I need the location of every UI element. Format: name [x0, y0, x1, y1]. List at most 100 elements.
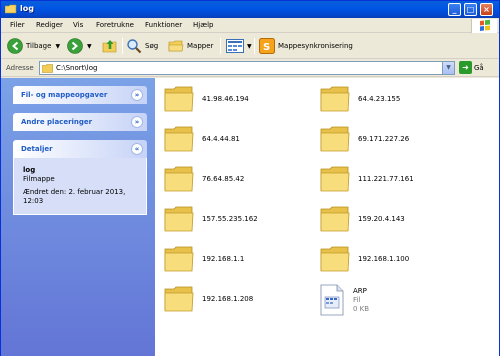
folder-icon	[320, 166, 350, 192]
back-arrow-icon	[7, 38, 23, 54]
menu-item-funktioner[interactable]: Funktioner	[145, 21, 182, 29]
folder-icon	[42, 64, 53, 73]
folder-icon	[164, 86, 194, 112]
folder-sync-button[interactable]: S Mappesynkronisering	[259, 37, 353, 55]
back-label: Tilbage	[26, 42, 52, 50]
minimize-button[interactable]: _	[448, 3, 461, 16]
folder-icon	[320, 206, 350, 232]
views-icon	[226, 39, 244, 53]
folder-label: 192.168.1.1	[202, 255, 245, 263]
window-title: log	[20, 4, 34, 13]
folder-icon	[164, 166, 194, 192]
expand-chevron-icon[interactable]: »	[131, 89, 143, 101]
menu-item-hjaelp[interactable]: Hjælp	[193, 21, 213, 29]
search-label: Søg	[145, 42, 159, 50]
details-section: Detaljer « log Filmappe Ændret den: 2. f…	[13, 140, 147, 215]
menu-item-rediger[interactable]: Rediger	[36, 21, 63, 29]
folder-item[interactable]: 69.171.227.26	[320, 126, 409, 152]
file-icon	[320, 284, 344, 316]
folder-icon	[320, 86, 350, 112]
file-tasks-header[interactable]: Fil- og mappeopgaver »	[13, 86, 147, 104]
file-tasks-title: Fil- og mappeopgaver	[21, 91, 108, 99]
folder-label: 159.20.4.143	[358, 215, 405, 223]
folder-item[interactable]: 64.4.23.155	[320, 86, 400, 112]
toolbar: Tilbage ▼ ▼ Søg Mapper ▼ S Mappesynkroni…	[1, 34, 499, 59]
expand-chevron-icon[interactable]: »	[131, 116, 143, 128]
go-arrow-icon: ➜	[459, 61, 472, 74]
sync-label: Mappesynkronisering	[278, 42, 353, 50]
folder-label: 192.168.1.100	[358, 255, 410, 263]
address-label: Adresse	[6, 64, 34, 72]
forward-arrow-icon	[67, 38, 83, 54]
folders-button[interactable]: Mapper	[168, 37, 213, 55]
sync-icon: S	[259, 38, 275, 54]
title-bar[interactable]: log _ □ ×	[1, 1, 499, 18]
folder-item[interactable]: 41.98.46.194	[164, 86, 249, 112]
file-tasks-section[interactable]: Fil- og mappeopgaver »	[13, 86, 147, 104]
views-dropdown-icon[interactable]: ▼	[247, 43, 252, 50]
other-places-header[interactable]: Andre placeringer »	[13, 113, 147, 131]
details-modified: Ændret den: 2. februar 2013, 12:03	[23, 188, 126, 205]
file-size: 0 KB	[353, 304, 370, 313]
folder-label: 41.98.46.194	[202, 95, 249, 103]
close-button[interactable]: ×	[480, 3, 493, 16]
menu-item-foretrukne[interactable]: Foretrukne	[96, 21, 134, 29]
views-button[interactable]: ▼	[226, 37, 252, 55]
up-folder-button[interactable]	[102, 37, 118, 55]
folder-item[interactable]: 192.168.1.1	[164, 246, 244, 272]
details-item-type: Filmappe	[23, 175, 55, 183]
folder-item[interactable]: 64.4.44.81	[164, 126, 240, 152]
folder-label: 76.64.85.42	[202, 175, 245, 183]
folders-icon	[168, 40, 184, 52]
folder-label: 111.221.77.161	[358, 175, 414, 183]
details-header[interactable]: Detaljer «	[13, 140, 147, 158]
details-item-name: log	[23, 166, 36, 174]
menu-bar: Filer Rediger Vis Foretrukne Funktioner …	[1, 18, 499, 33]
task-pane: Fil- og mappeopgaver » Andre placeringer…	[1, 78, 155, 356]
folder-icon	[5, 4, 17, 14]
forward-button[interactable]: ▼	[67, 37, 92, 55]
folder-icon	[320, 126, 350, 152]
folder-item[interactable]: 111.221.77.161	[320, 166, 414, 192]
folder-label: 69.171.227.26	[358, 135, 410, 143]
folder-icon	[320, 246, 350, 272]
up-folder-icon	[102, 40, 117, 53]
folder-label: 157.55.235.162	[202, 215, 258, 223]
go-button[interactable]: ➜ Gå	[459, 61, 484, 74]
folder-item[interactable]: 157.55.235.162	[164, 206, 258, 232]
menu-item-vis[interactable]: Vis	[73, 21, 83, 29]
search-button[interactable]: Søg	[126, 37, 158, 55]
other-places-section[interactable]: Andre placeringer »	[13, 113, 147, 131]
windows-flag-icon	[480, 19, 490, 31]
folder-icon	[164, 206, 194, 232]
folder-item[interactable]: 76.64.85.42	[164, 166, 244, 192]
details-body: log Filmappe Ændret den: 2. februar 2013…	[13, 158, 147, 215]
address-input[interactable]: C:\Snort\log ▼	[39, 61, 455, 75]
folder-icon	[164, 126, 194, 152]
file-item-arp[interactable]: ARP Fil 0 KB	[320, 284, 369, 316]
folder-item[interactable]: 159.20.4.143	[320, 206, 405, 232]
address-dropdown-icon[interactable]: ▼	[442, 62, 454, 74]
other-places-title: Andre placeringer	[21, 118, 93, 126]
back-button[interactable]: Tilbage ▼	[7, 37, 60, 55]
address-path: C:\Snort\log	[56, 64, 98, 72]
forward-dropdown-icon[interactable]: ▼	[87, 43, 92, 50]
search-icon	[127, 39, 142, 54]
back-dropdown-icon[interactable]: ▼	[55, 43, 60, 50]
folder-icon	[164, 286, 194, 312]
folder-item[interactable]: 192.168.1.208	[164, 286, 253, 312]
folder-icon	[164, 246, 194, 272]
menu-item-filer[interactable]: Filer	[10, 21, 25, 29]
go-label: Gå	[474, 63, 484, 72]
maximize-button[interactable]: □	[464, 3, 477, 16]
explorer-window: log _ □ × Filer Rediger Vis Foretrukne F…	[0, 0, 500, 356]
folder-label: 64.4.44.81	[202, 135, 240, 143]
folder-item[interactable]: 192.168.1.100	[320, 246, 409, 272]
collapse-chevron-icon[interactable]: «	[131, 143, 143, 155]
svg-text:S: S	[263, 42, 270, 53]
folder-label: 192.168.1.208	[202, 295, 254, 303]
folders-label: Mapper	[187, 42, 214, 50]
file-item-text: ARP Fil 0 KB	[353, 287, 369, 314]
file-type: Fil	[353, 295, 361, 304]
details-title: Detaljer	[21, 145, 53, 153]
